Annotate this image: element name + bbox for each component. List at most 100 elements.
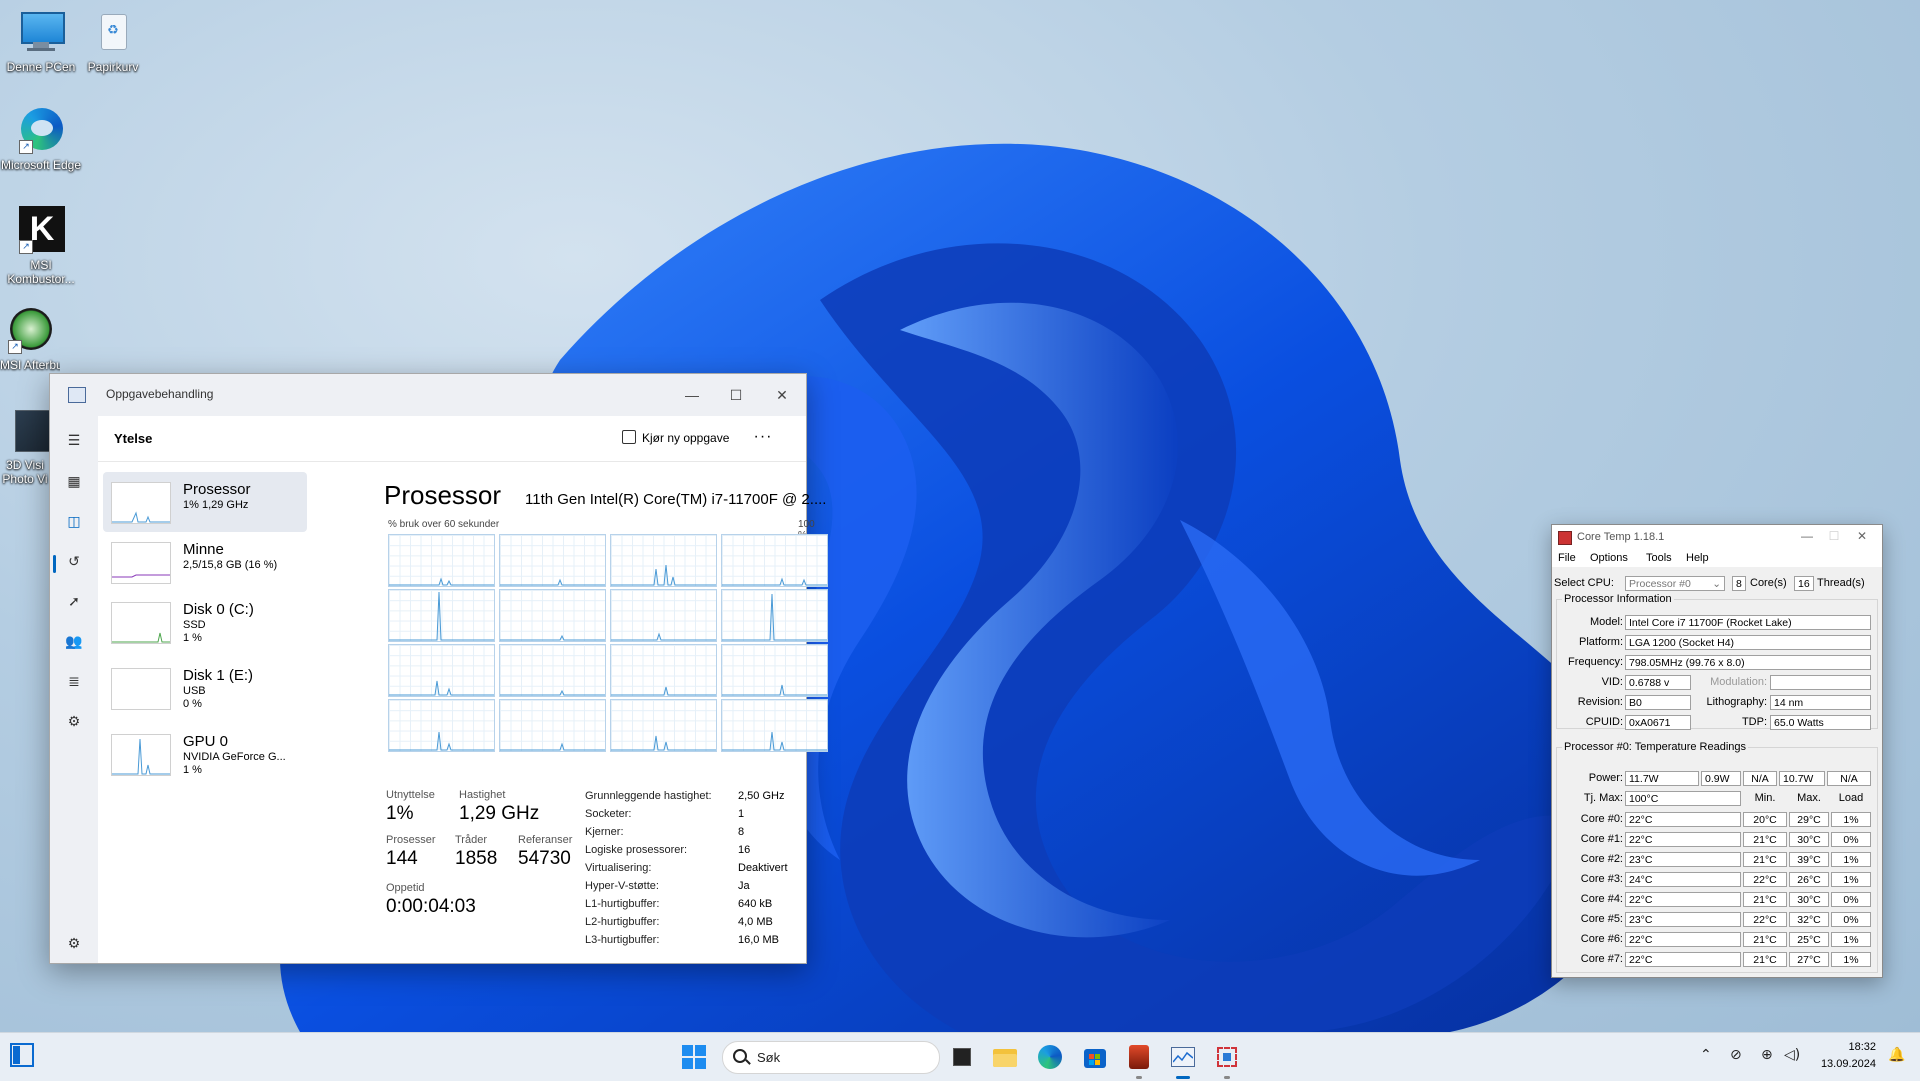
language-icon[interactable]: ⊕ [1761,1047,1773,1063]
minimize-button[interactable]: — [672,382,712,408]
network-icon[interactable]: ⊘ [1730,1047,1742,1063]
temperature-readings-header: Processor #0: Temperature Readings [1562,741,1749,753]
select-cpu-dropdown[interactable]: Processor #0 ⌄ [1625,576,1725,591]
menu-options[interactable]: Options [1590,552,1628,564]
kombustor-icon: K ↗ [17,206,65,254]
volume-icon[interactable]: ◁) [1784,1047,1800,1063]
close-button[interactable]: ✕ [1852,529,1872,543]
vid-label: VID: [1601,676,1623,688]
details-icon[interactable]: ≣ [64,671,84,691]
task-manager-icon[interactable] [1171,1045,1195,1069]
desktop-icon-3d-viewer[interactable]: 3D Visi Photo Vi [0,406,50,486]
taskbar: Søk ⌃ ⊘ ⊕ ◁) 18:32 13.09.2024 🔔 [0,1032,1920,1081]
logical-processor-graph [610,644,717,697]
desktop-icon-recycle-bin[interactable]: ♻ Papirkurv [72,8,154,74]
cpu-usage-sparkline [722,684,827,696]
menu-file[interactable]: File [1558,552,1576,564]
core-load: 1% [1831,872,1871,887]
settings-icon[interactable]: ⚙ [64,933,84,953]
menu-tools[interactable]: Tools [1646,552,1672,564]
core-temp-window[interactable]: Core Temp 1.18.1 — ☐ ✕ File Options Tool… [1551,524,1883,978]
resource-name: Disk 1 (E:) [183,667,254,684]
cores-count: 8 [1732,576,1746,591]
core-temp-icon [1558,531,1572,545]
chevron-up-icon[interactable]: ⌃ [1700,1047,1712,1063]
windows-start-button[interactable] [682,1045,706,1069]
desktop-icon-label: Denne PCen [6,60,76,74]
resource-item-gpu0[interactable]: GPU 0 NVIDIA GeForce G... 1 % [103,724,307,784]
logical-processor-graph [721,589,828,642]
desktop-icon-edge[interactable]: ↗ Microsoft Edge [0,106,82,172]
resource-item-disk0[interactable]: Disk 0 (C:) SSD 1 % [103,592,307,652]
run-new-task-button[interactable]: Kjør ny oppgave [616,426,735,450]
cpu-usage-sparkline [722,731,827,751]
core-max: 32°C [1789,912,1829,927]
title-bar[interactable]: Core Temp 1.18.1 — ☐ ✕ [1552,525,1882,549]
file-explorer-icon[interactable] [993,1045,1017,1069]
desktop-icon-label: MSI Kombustor... [7,258,75,286]
vid-value: 0.6788 v [1625,675,1691,690]
logical-processor-graph [499,699,606,752]
taskbar-search-box[interactable]: Søk [722,1041,940,1074]
app-history-icon[interactable]: ↺ [64,551,84,571]
task-view-icon[interactable] [950,1045,974,1069]
uptime-label: Oppetid [386,882,425,894]
cpu-usage-sparkline [389,577,494,586]
cpu-usage-sparkline [500,689,605,696]
core-temp: 23°C [1625,912,1741,927]
task-manager-window[interactable]: Oppgavebehandling — ☐ ✕ ☰ ▦ ◫ ↺ ➚ 👥 ≣ ⚙ … [49,373,828,964]
info-value: 16 [738,844,751,856]
edge-icon[interactable] [1038,1045,1062,1069]
run-new-task-label: Kjør ny oppgave [642,431,730,445]
logical-processor-graph [388,589,495,642]
core-min: 20°C [1743,812,1787,827]
processes-icon[interactable]: ▦ [64,471,84,491]
services-icon[interactable]: ⚙ [64,711,84,731]
clock-date[interactable]: 13.09.2024 [1816,1058,1876,1070]
clock-time[interactable]: 18:32 [1816,1041,1876,1053]
shortcut-arrow-icon: ↗ [19,240,33,254]
snipping-tool-icon[interactable] [1215,1045,1239,1069]
afterburner-icon[interactable] [1127,1045,1151,1069]
store-icon[interactable] [1083,1045,1107,1069]
desktop-icon-this-pc[interactable]: Denne PCen [0,8,82,74]
resource-item-memory[interactable]: Minne 2,5/15,8 GB (16 %) [103,532,307,592]
desktop-icon-afterburner[interactable]: ↗ MSI Afterbu [0,306,60,372]
threads-count: 16 [1794,576,1814,591]
close-button[interactable]: ✕ [762,382,802,408]
core-label: Core #3: [1580,873,1623,885]
desktop-icon-kombustor[interactable]: K ↗ MSI Kombustor... [0,206,82,286]
core-max: 30°C [1789,892,1829,907]
resource-usage: 1 % [183,632,202,644]
cpu-usage-sparkline [500,634,605,641]
start-icon[interactable] [10,1043,36,1069]
startup-apps-icon[interactable]: ➚ [64,591,84,611]
info-value: 16,0 MB [738,934,779,946]
revision-value: B0 [1625,695,1691,710]
resource-detail: USB [183,685,206,697]
info-value: 640 kB [738,898,773,910]
core-label: Core #1: [1580,833,1623,845]
maximize-button[interactable]: ☐ [716,382,756,408]
performance-icon[interactable]: ◫ [64,511,84,531]
core-max: 29°C [1789,812,1829,827]
column-max: Max. [1797,792,1821,804]
maximize-button[interactable]: ☐ [1824,529,1844,543]
core-load: 0% [1831,832,1871,847]
resource-item-disk1[interactable]: Disk 1 (E:) USB 0 % [103,658,307,718]
handles-label: Referanser [518,834,573,846]
more-options-button[interactable]: ··· [748,426,778,450]
users-icon[interactable]: 👥 [64,631,84,651]
menu-help[interactable]: Help [1686,552,1709,564]
core-temp: 22°C [1625,892,1741,907]
core-temp: 22°C [1625,952,1741,967]
lithography-value: 14 nm [1770,695,1871,710]
minimize-button[interactable]: — [1797,529,1817,543]
resource-item-cpu[interactable]: Prosessor 1% 1,29 GHz [103,472,307,532]
notification-icon[interactable]: 🔔 [1888,1047,1905,1063]
info-label: L1-hurtigbuffer: [585,898,660,910]
cpu-usage-sparkline [389,680,494,696]
logical-processor-graph [388,699,495,752]
title-bar[interactable]: Oppgavebehandling — ☐ ✕ [50,374,806,416]
hamburger-menu-icon[interactable]: ☰ [64,430,84,450]
